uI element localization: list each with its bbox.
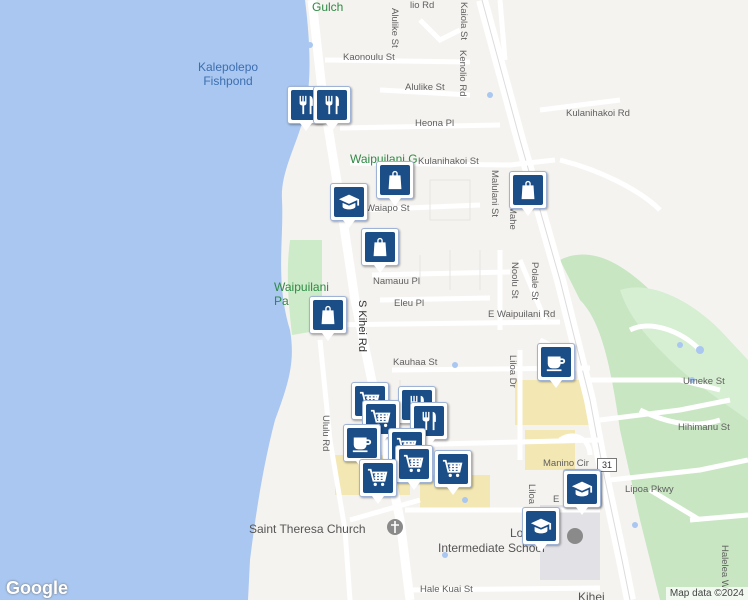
street-label: Eleu Pl bbox=[394, 298, 425, 309]
park-label: Gulch bbox=[312, 0, 344, 14]
street-label: Ululu Rd bbox=[320, 415, 331, 452]
map-canvas[interactable]: Gulch Waipuilani G Waipuilani Pa Kalepol… bbox=[0, 0, 748, 600]
attribution[interactable]: Map data ©2024 bbox=[665, 587, 748, 600]
restaurant-icon bbox=[317, 90, 347, 120]
street-label: Kulanihakoi Rd bbox=[566, 108, 630, 119]
map-marker[interactable] bbox=[309, 296, 347, 341]
map-marker[interactable] bbox=[522, 507, 560, 552]
street-label: Kaonoulu St bbox=[343, 52, 395, 63]
map-marker[interactable] bbox=[509, 171, 547, 216]
map-marker[interactable] bbox=[359, 459, 397, 504]
street-label: Alulike St bbox=[405, 82, 445, 93]
school-icon bbox=[567, 474, 597, 504]
street-label: Noolu St bbox=[509, 262, 520, 299]
map-marker[interactable] bbox=[313, 86, 351, 131]
map-marker[interactable] bbox=[330, 183, 368, 228]
map-base bbox=[0, 0, 748, 600]
map-marker[interactable] bbox=[434, 450, 472, 495]
grocery-icon bbox=[438, 454, 468, 484]
street-label: Hale Kuai St bbox=[420, 584, 473, 595]
school-icon bbox=[334, 187, 364, 217]
grocery-icon bbox=[399, 449, 429, 479]
grocery-icon bbox=[363, 463, 393, 493]
street-label: Kauhaa St bbox=[393, 357, 438, 368]
map-marker[interactable] bbox=[376, 161, 414, 206]
poi-label: Saint Theresa Church bbox=[249, 522, 366, 536]
cafe-icon bbox=[347, 428, 377, 458]
street-label: Hihimanu St bbox=[678, 422, 730, 433]
street-label: lio Rd bbox=[410, 0, 435, 11]
shopping-icon bbox=[365, 232, 395, 262]
street-label: Halelea W bbox=[719, 545, 730, 589]
school-poi-icon bbox=[567, 528, 583, 544]
poi-label: Kihei bbox=[578, 590, 605, 600]
school-icon bbox=[526, 511, 556, 541]
map-marker[interactable] bbox=[537, 343, 575, 388]
street-label: Namauu Pl bbox=[373, 276, 420, 287]
street-label: S Kihei Rd bbox=[356, 300, 368, 352]
street-label: Kulanihakoi St bbox=[418, 156, 479, 167]
street-label: Alulike St bbox=[389, 8, 400, 48]
street-label: E Waipuilani Rd bbox=[488, 309, 556, 320]
street-label: Waiapo St bbox=[366, 203, 410, 214]
map-marker[interactable] bbox=[563, 470, 601, 515]
street-label: Manino Cir bbox=[543, 458, 589, 469]
water-label: Kalepolepo Fishpond bbox=[198, 60, 259, 88]
street-label: Kaiola St bbox=[458, 2, 469, 41]
street-label: Heona Pl bbox=[415, 118, 455, 129]
street-label: Lipoa Pkwy bbox=[625, 484, 674, 495]
shopping-icon bbox=[313, 300, 343, 330]
street-label: Kenolio Rd bbox=[457, 50, 468, 97]
google-logo: Google bbox=[6, 578, 68, 598]
map-marker[interactable] bbox=[395, 445, 433, 490]
cafe-icon bbox=[541, 347, 571, 377]
map-marker[interactable] bbox=[361, 228, 399, 273]
street-label: Polale St bbox=[529, 262, 540, 301]
street-label: Mahe bbox=[507, 206, 518, 230]
shopping-icon bbox=[513, 175, 543, 205]
street-label: E bbox=[553, 494, 560, 505]
map-marker[interactable] bbox=[343, 424, 381, 469]
shopping-icon bbox=[380, 165, 410, 195]
street-label: Malulani St bbox=[489, 170, 500, 217]
street-label: Umeke St bbox=[683, 376, 725, 387]
street-label: Liloa Dr bbox=[507, 355, 518, 388]
